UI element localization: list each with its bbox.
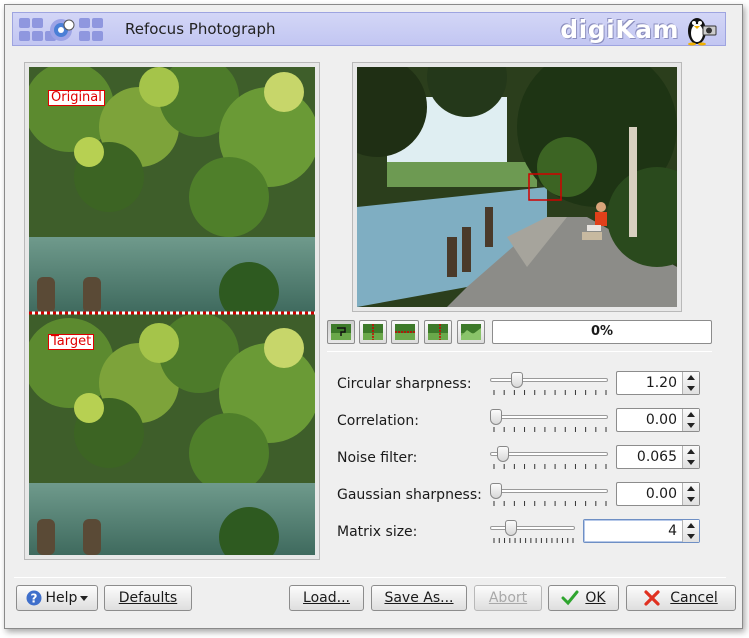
setting-spinbox-1[interactable]: 0.00 xyxy=(616,408,700,432)
setting-value-2: 0.065 xyxy=(636,449,677,465)
spin-up-icon[interactable] xyxy=(687,375,695,380)
spin-arrows-1[interactable] xyxy=(682,409,699,431)
split-horizontal-icon xyxy=(395,324,415,340)
abort-label: Abort xyxy=(488,590,528,606)
spin-up-icon[interactable] xyxy=(687,412,695,417)
original-image-button[interactable] xyxy=(327,320,355,344)
dialog-title: Refocus Photograph xyxy=(125,20,276,38)
plugin-logo-icon xyxy=(19,18,103,41)
setting-ticks-1 xyxy=(493,427,607,432)
split-preview-frame: Original Target xyxy=(24,62,320,560)
load-label: Load... xyxy=(303,590,350,606)
digikam-brand: digiKam xyxy=(560,15,679,44)
setting-label-4: Matrix size: xyxy=(337,524,418,540)
spin-up-icon[interactable] xyxy=(687,486,695,491)
setting-slider-1[interactable] xyxy=(490,415,608,419)
settings-separator xyxy=(327,351,712,352)
target-label: Target xyxy=(48,334,95,350)
setting-value-3: 0.00 xyxy=(645,486,677,502)
setting-slider-handle-2[interactable] xyxy=(497,446,509,462)
setting-label-2: Noise filter: xyxy=(337,450,418,466)
checkmark-icon xyxy=(561,590,579,606)
cancel-button[interactable]: Cancel xyxy=(626,585,736,611)
spin-down-icon[interactable] xyxy=(687,497,695,502)
tux-camera-icon xyxy=(688,18,717,46)
split-vertical-icon xyxy=(363,324,383,340)
spin-arrows-4[interactable] xyxy=(682,520,699,542)
progress-bar: 0% xyxy=(492,320,712,344)
setting-ticks-0 xyxy=(493,390,607,395)
cancel-label: Cancel xyxy=(670,590,718,606)
split-preview-photo xyxy=(29,67,315,555)
ok-label: OK xyxy=(585,590,606,606)
setting-slider-handle-3[interactable] xyxy=(490,483,502,499)
spin-down-icon[interactable] xyxy=(687,460,695,465)
setting-slider-handle-0[interactable] xyxy=(511,372,523,388)
compare-horizontal-icon xyxy=(461,324,481,340)
setting-spinbox-4[interactable]: 4 xyxy=(583,519,700,543)
ok-button[interactable]: OK xyxy=(548,585,619,611)
spin-up-icon[interactable] xyxy=(687,523,695,528)
dialog-header: Refocus Photograph digiKam xyxy=(12,12,726,46)
defaults-label: Defaults xyxy=(118,590,178,606)
setting-label-0: Circular sharpness: xyxy=(337,376,472,392)
split-vertical-button[interactable] xyxy=(359,320,387,344)
setting-spinbox-0[interactable]: 1.20 xyxy=(616,371,700,395)
split-horizontal-button[interactable] xyxy=(391,320,419,344)
spin-arrows-3[interactable] xyxy=(682,483,699,505)
compare-vertical-button[interactable] xyxy=(424,320,452,344)
help-dropdown-icon xyxy=(80,595,89,601)
abort-button[interactable]: Abort xyxy=(474,585,542,611)
setting-slider-4[interactable] xyxy=(490,526,575,530)
help-label: Help xyxy=(45,590,78,606)
compare-horizontal-button[interactable] xyxy=(457,320,485,344)
setting-label-3: Gaussian sharpness: xyxy=(337,487,482,503)
original-label: Original xyxy=(48,90,105,106)
setting-slider-handle-4[interactable] xyxy=(505,520,517,536)
defaults-button[interactable]: Defaults xyxy=(104,585,192,611)
setting-slider-3[interactable] xyxy=(490,489,608,493)
save-as-button[interactable]: Save As... xyxy=(371,585,467,611)
split-preview-image[interactable]: Original Target xyxy=(29,67,315,555)
setting-ticks-3 xyxy=(493,501,607,506)
save-as-label: Save As... xyxy=(384,590,454,606)
setting-spinbox-3[interactable]: 0.00 xyxy=(616,482,700,506)
help-icon: ? xyxy=(26,590,42,606)
spin-down-icon[interactable] xyxy=(687,423,695,428)
setting-ticks-4 xyxy=(493,538,574,543)
setting-label-1: Correlation: xyxy=(337,413,419,429)
setting-spinbox-2[interactable]: 0.065 xyxy=(616,445,700,469)
spin-arrows-2[interactable] xyxy=(682,446,699,468)
spin-arrows-0[interactable] xyxy=(682,372,699,394)
setting-ticks-2 xyxy=(493,464,607,469)
setting-slider-handle-1[interactable] xyxy=(490,409,502,425)
load-button[interactable]: Load... xyxy=(289,585,364,611)
help-button[interactable]: ? Help xyxy=(16,585,98,611)
navigation-preview-photo xyxy=(357,67,677,307)
compare-vertical-icon xyxy=(428,324,448,340)
original-image-icon xyxy=(331,324,351,340)
cancel-icon xyxy=(644,590,660,606)
spin-down-icon[interactable] xyxy=(687,534,695,539)
setting-value-4: 4 xyxy=(668,523,677,539)
progress-text: 0% xyxy=(590,324,614,339)
buttons-separator xyxy=(14,577,726,578)
navigation-preview-image[interactable] xyxy=(357,67,677,307)
navigation-preview-frame xyxy=(352,62,682,312)
setting-slider-0[interactable] xyxy=(490,378,608,382)
svg-text:?: ? xyxy=(30,592,37,606)
setting-value-0: 1.20 xyxy=(645,375,677,391)
spin-up-icon[interactable] xyxy=(687,449,695,454)
spin-down-icon[interactable] xyxy=(687,386,695,391)
setting-value-1: 0.00 xyxy=(645,412,677,428)
